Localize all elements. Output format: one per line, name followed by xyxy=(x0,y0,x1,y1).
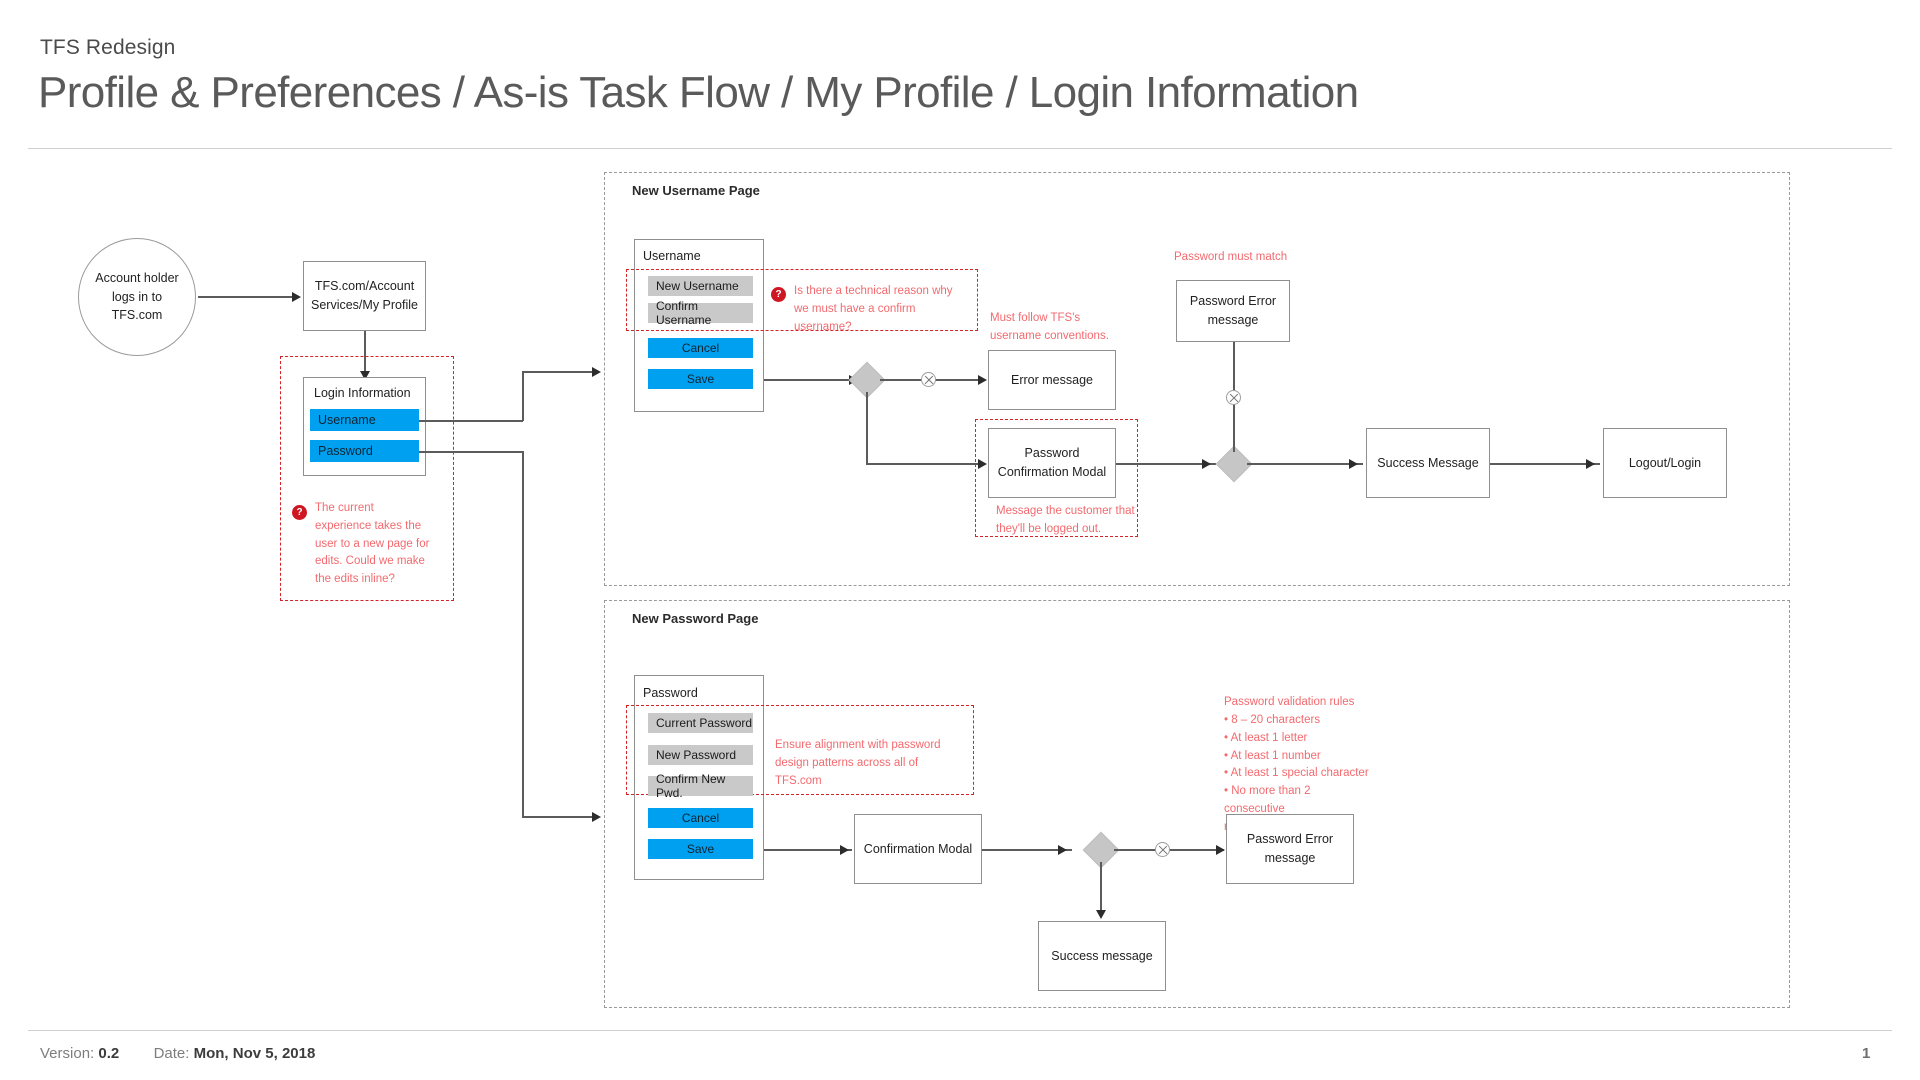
connector-password-seg2 xyxy=(522,451,524,817)
panel-username-title: Username xyxy=(643,249,701,263)
button-username-save[interactable]: Save xyxy=(648,369,753,389)
annotation-username-conventions: Must follow TFS's username conventions. xyxy=(990,312,1109,342)
gateway-username-error-icon xyxy=(921,372,936,387)
node-password-error-message-label: Password Error message xyxy=(1246,832,1334,865)
gateway-password-match-error-icon xyxy=(1226,390,1241,405)
button-username-cancel[interactable]: Cancel xyxy=(648,338,753,358)
node-password-error-message: Password Error message xyxy=(1226,814,1354,884)
footer-version-value: 0.2 xyxy=(98,1045,120,1062)
input-new-username[interactable]: New Username xyxy=(648,276,753,296)
question-badge-confirm-username-icon: ? xyxy=(771,287,786,302)
node-password-success-message: Success message xyxy=(1038,921,1166,991)
node-my-profile-label: TFS.com/Account Services/My Profile xyxy=(311,279,418,312)
arrowhead-pgateway-down xyxy=(1096,910,1106,919)
node-username-password-error-message: Password Error message xyxy=(1176,280,1290,342)
field-password[interactable]: Password xyxy=(310,440,419,462)
connector-modal-to-gateway2 xyxy=(1116,463,1216,465)
annotation-password-must-match: Password must match xyxy=(1174,251,1288,263)
connector-gateway-to-modal xyxy=(866,463,984,465)
connector-pgateway-down xyxy=(1100,862,1102,914)
node-start-label: Account holder logs in to TFS.com xyxy=(95,270,179,323)
button-password-save-label: Save xyxy=(686,842,715,856)
annotation-password-alignment: Ensure alignment with password design pa… xyxy=(775,739,941,787)
footer-date-label: Date: xyxy=(153,1045,190,1062)
input-confirm-username-label: Confirm Username xyxy=(656,299,712,327)
input-current-password-label: Current Password xyxy=(656,716,753,730)
connector-success-to-logout xyxy=(1490,463,1600,465)
arrowhead-start-to-profile xyxy=(292,292,301,302)
input-current-password[interactable]: Current Password xyxy=(648,713,753,733)
panel-password-title: Password xyxy=(643,686,698,700)
button-password-cancel[interactable]: Cancel xyxy=(648,808,753,828)
field-username-label: Username xyxy=(318,413,376,427)
button-username-save-label: Save xyxy=(686,372,715,386)
input-confirm-new-password[interactable]: Confirm New Pwd. xyxy=(648,772,753,800)
annotation-logged-out: Message the customer that they'll be log… xyxy=(996,505,1135,535)
lane-new-username-page-title: New Username Page xyxy=(632,183,760,198)
connector-start-to-profile xyxy=(198,296,294,298)
node-username-error-message-label: Error message xyxy=(1011,372,1093,387)
node-password-confirmation-modal-2: Confirmation Modal xyxy=(854,814,982,884)
validation-rule: • At least 1 letter xyxy=(1224,731,1308,744)
footer-version-label: Version: xyxy=(40,1045,95,1062)
node-username-error-message: Error message xyxy=(988,350,1116,410)
arrowhead-pgateway-to-error xyxy=(1216,845,1225,855)
input-confirm-username[interactable]: Confirm Username xyxy=(648,299,753,327)
validation-rule: • At least 1 number xyxy=(1224,749,1321,762)
field-username[interactable]: Username xyxy=(310,409,419,431)
field-password-label: Password xyxy=(318,444,373,458)
arrowhead-gateway-to-error xyxy=(978,375,987,385)
node-password-confirmation-modal-label: Password Confirmation Modal xyxy=(997,446,1107,479)
annotation-login-inline-edit: The current experience takes the user to… xyxy=(315,502,430,586)
footer-meta: Version: 0.2 Date: Mon, Nov 5, 2018 xyxy=(40,1045,315,1062)
arrowhead-username-into-lane xyxy=(592,367,601,377)
validation-rule: • At least 1 special character xyxy=(1224,767,1369,780)
connector-gateway2-to-success xyxy=(1247,463,1363,465)
connector-psave-to-modal xyxy=(764,849,852,851)
node-password-success-message-label: Success message xyxy=(1051,948,1153,963)
button-password-cancel-label: Cancel xyxy=(681,811,720,825)
page-title: Profile & Preferences / As-is Task Flow … xyxy=(38,68,1359,117)
arrowhead-password-into-lane xyxy=(592,812,601,822)
button-password-save[interactable]: Save xyxy=(648,839,753,859)
footer-page-number: 1 xyxy=(1862,1045,1871,1062)
annotation-password-validation-title: Password validation rules xyxy=(1224,696,1355,708)
arrowhead-psave-to-modal xyxy=(840,845,849,855)
connector-username-seg2 xyxy=(522,371,524,421)
footer-date-value: Mon, Nov 5, 2018 xyxy=(193,1045,316,1062)
input-new-username-label: New Username xyxy=(656,279,739,293)
node-username-success-message-label: Success Message xyxy=(1377,455,1479,470)
node-logout-login-label: Logout/Login xyxy=(1628,455,1702,470)
input-confirm-new-password-label: Confirm New Pwd. xyxy=(656,772,726,800)
node-logout-login: Logout/Login xyxy=(1603,428,1727,498)
connector-password-seg3 xyxy=(522,816,597,818)
node-start: Account holder logs in to TFS.com xyxy=(78,238,196,356)
connector-username-seg1 xyxy=(419,420,523,422)
panel-login-information-title: Login Information xyxy=(314,386,411,400)
node-username-password-error-message-label: Password Error message xyxy=(1189,294,1277,327)
connector-password-seg1 xyxy=(419,451,523,453)
node-password-confirmation-modal: Password Confirmation Modal xyxy=(988,428,1116,498)
project-name: TFS Redesign xyxy=(40,36,176,59)
connector-gateway-down xyxy=(866,392,868,464)
lane-new-password-page-title: New Password Page xyxy=(632,611,759,626)
validation-rule: • 8 – 20 characters xyxy=(1224,714,1321,726)
gateway-password-error-icon xyxy=(1155,842,1170,857)
arrowhead-modal-to-gateway2 xyxy=(1202,459,1211,469)
arrowhead-pmodal-to-gateway xyxy=(1058,845,1067,855)
input-new-password-label: New Password xyxy=(656,748,737,762)
connector-username-seg3 xyxy=(522,371,597,373)
annotation-confirm-username: Is there a technical reason why we must … xyxy=(794,285,953,333)
arrowhead-success-to-logout xyxy=(1586,459,1595,469)
node-my-profile: TFS.com/Account Services/My Profile xyxy=(303,261,426,331)
question-badge-login-icon: ? xyxy=(292,505,307,520)
node-password-confirmation-modal-2-label: Confirmation Modal xyxy=(863,841,973,856)
header-divider xyxy=(28,148,1892,149)
input-new-password[interactable]: New Password xyxy=(648,745,753,765)
button-username-cancel-label: Cancel xyxy=(681,341,720,355)
arrowhead-gateway2-to-success xyxy=(1349,459,1358,469)
lane-new-password-page xyxy=(604,600,1790,1008)
footer-divider xyxy=(28,1030,1892,1031)
node-username-success-message: Success Message xyxy=(1366,428,1490,498)
